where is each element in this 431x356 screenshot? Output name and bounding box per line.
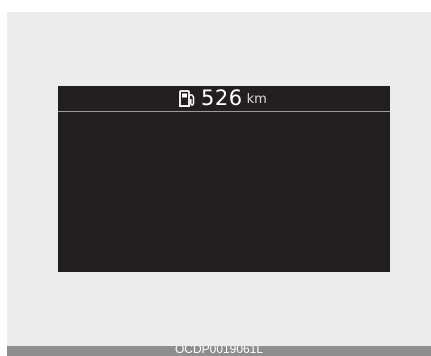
figure-code: OCDP0019061L <box>174 346 264 356</box>
cluster-display: 526 km <box>58 86 390 272</box>
figure-frame: 526 km OCDP0019061L <box>7 12 431 356</box>
distance-to-empty: 526 km <box>178 86 267 110</box>
divider-line <box>58 111 390 112</box>
caption-bar: OCDP0019061L <box>7 346 431 356</box>
display-top-bar: 526 km <box>58 86 390 110</box>
fuel-pump-icon <box>178 89 197 108</box>
range-value: 526 <box>201 86 243 110</box>
range-unit: km <box>246 92 267 107</box>
